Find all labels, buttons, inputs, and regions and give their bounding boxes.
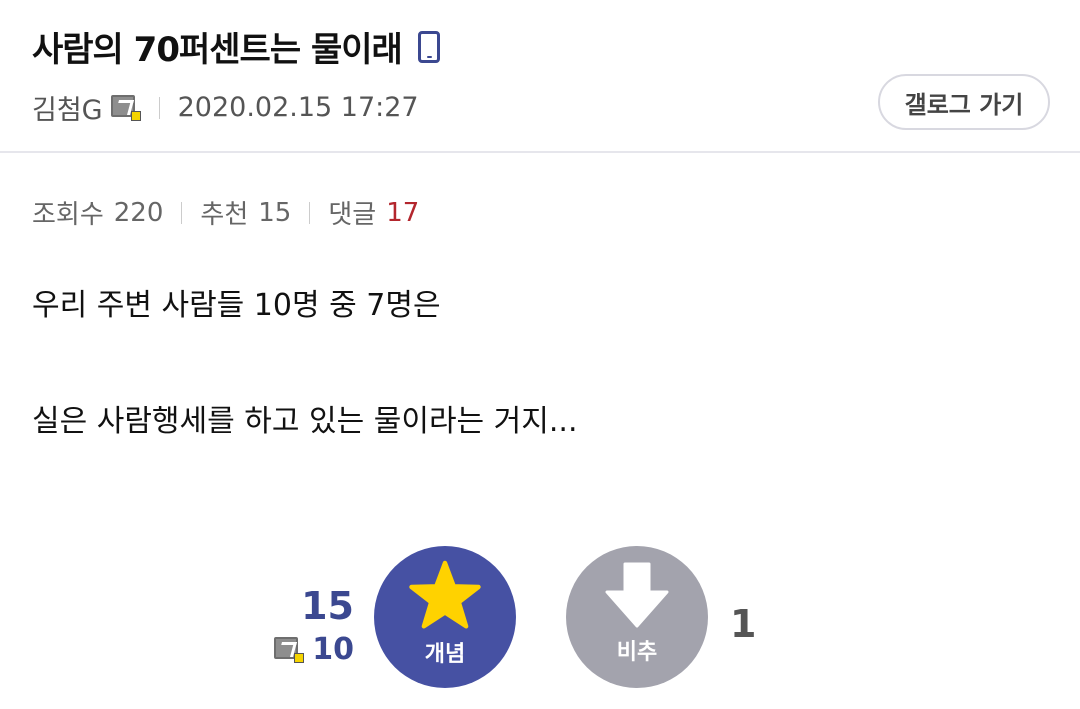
recommend-label: 추천 xyxy=(200,200,249,230)
downvote-count: 1 xyxy=(730,602,757,646)
upvote-label: 개념 xyxy=(424,642,466,667)
header-divider xyxy=(0,151,1080,153)
views-label: 조회수 xyxy=(32,200,104,230)
divider xyxy=(309,201,311,224)
gallog-user-icon xyxy=(110,94,141,121)
upvote-button[interactable]: 개념 xyxy=(374,546,516,688)
fixed-upvote-row: 10 xyxy=(274,632,354,667)
recommend-count: 15 xyxy=(258,197,292,228)
downvote-label: 비추 xyxy=(616,640,658,665)
post-meta: 김첨G 2020.02.15 17:27 xyxy=(32,88,419,127)
divider xyxy=(181,201,183,224)
author-name[interactable]: 김첨G xyxy=(32,88,103,127)
views-count: 220 xyxy=(113,197,164,228)
reply-count[interactable]: 17 xyxy=(386,198,419,228)
post-body-line: 우리 주변 사람들 10명 중 7명은 xyxy=(32,288,441,323)
gallog-button[interactable]: 갤로그 가기 xyxy=(878,74,1050,130)
vote-area: 15 10 개념 비추 1 xyxy=(0,546,1080,696)
post-title-row: 사람의 70퍼센트는 물이래 xyxy=(32,22,440,71)
gallog-user-icon xyxy=(274,636,305,663)
post-stats: 조회수 220 추천 15 댓글 17 xyxy=(32,194,419,231)
post-date: 2020.02.15 17:27 xyxy=(177,92,419,123)
mobile-phone-icon xyxy=(417,30,440,63)
downvote-button[interactable]: 비추 xyxy=(566,546,708,688)
arrow-down-icon xyxy=(605,562,669,628)
reply-label[interactable]: 댓글 xyxy=(328,194,376,231)
post-title: 사람의 70퍼센트는 물이래 xyxy=(32,30,403,70)
divider xyxy=(158,96,160,119)
post-body-line: 실은 사람행세를 하고 있는 물이라는 거지... xyxy=(32,404,578,439)
upvote-count: 15 xyxy=(301,584,354,628)
star-icon xyxy=(409,560,481,629)
fixed-upvote-count: 10 xyxy=(312,632,354,667)
